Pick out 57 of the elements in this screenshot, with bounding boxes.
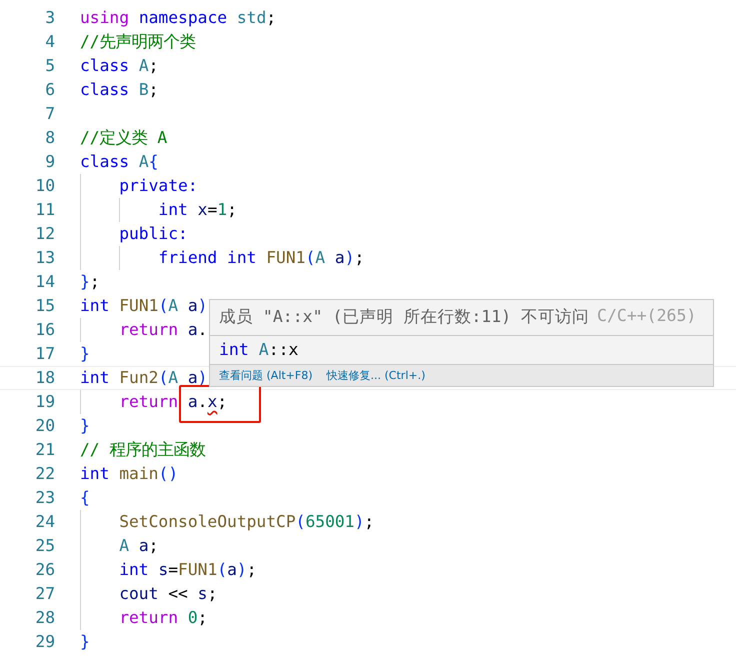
line-number: 3 <box>44 7 55 29</box>
code-line: return a. <box>80 318 208 342</box>
error-code: C/C++(265) <box>597 306 696 327</box>
code-line: { <box>80 487 90 509</box>
line-number: 15 <box>34 295 55 317</box>
code-line: // 程序的主函数 <box>80 439 206 461</box>
line-number: 27 <box>34 583 55 605</box>
line-number: 17 <box>34 343 55 365</box>
line-number: 20 <box>34 415 55 437</box>
code-line: class B; <box>80 79 158 101</box>
line-number: 22 <box>34 463 55 485</box>
line-number: 25 <box>34 535 55 557</box>
code-line: //先声明两个类 <box>80 31 196 53</box>
code-line: SetConsoleOutputCP(65001); <box>80 510 374 534</box>
line-number: 6 <box>44 79 55 101</box>
line-number: 26 <box>34 559 55 581</box>
symbol-signature: int A::x <box>219 340 298 359</box>
code-line: class A; <box>80 55 158 77</box>
code-line: int main() <box>80 463 178 485</box>
code-line: //定义类 A <box>80 127 168 149</box>
line-number: 19 <box>34 391 55 413</box>
code-line: A a; <box>80 534 158 558</box>
line-number: 9 <box>44 151 55 173</box>
code-line: int s=FUN1(a); <box>80 558 257 582</box>
code-line: } <box>80 631 90 653</box>
error-message: 成员 "A::x" (已声明 所在行数:11) 不可访问 <box>219 306 590 328</box>
line-number: 21 <box>34 439 55 461</box>
code-line: return 0; <box>80 606 208 630</box>
code-line: int FUN1(A a) <box>80 295 208 317</box>
line-number: 13 <box>34 247 55 269</box>
code-line: private: <box>80 174 198 198</box>
line-number: 18 <box>34 367 55 389</box>
line-number: 16 <box>34 319 55 341</box>
code-line: } <box>80 415 90 437</box>
line-number: 8 <box>44 127 55 149</box>
line-number: 28 <box>34 607 55 629</box>
code-line: class A{ <box>80 151 158 173</box>
line-number: 11 <box>34 199 55 221</box>
line-number: 7 <box>44 103 55 125</box>
action-link[interactable]: 查看问题 (Alt+F8) <box>219 368 313 383</box>
code-line: cout << s; <box>80 582 218 606</box>
code-line: } <box>80 343 90 365</box>
action-link[interactable]: 快速修复... (Ctrl+.) <box>326 368 426 383</box>
line-number: 23 <box>34 487 55 509</box>
line-number: 14 <box>34 271 55 293</box>
code-line: friend int FUN1(A a); <box>80 246 364 270</box>
line-number: 24 <box>34 511 55 533</box>
line-number: 4 <box>44 31 55 53</box>
code-line: public: <box>80 222 188 246</box>
line-number: 5 <box>44 55 55 77</box>
line-number: 29 <box>34 631 55 653</box>
code-line: int x=1; <box>80 198 237 222</box>
code-line: }; <box>80 271 100 293</box>
code-line: int Fun2(A a) <box>80 367 208 389</box>
line-number: 10 <box>34 175 55 197</box>
line-number: 12 <box>34 223 55 245</box>
code-line: using namespace std; <box>80 7 276 29</box>
